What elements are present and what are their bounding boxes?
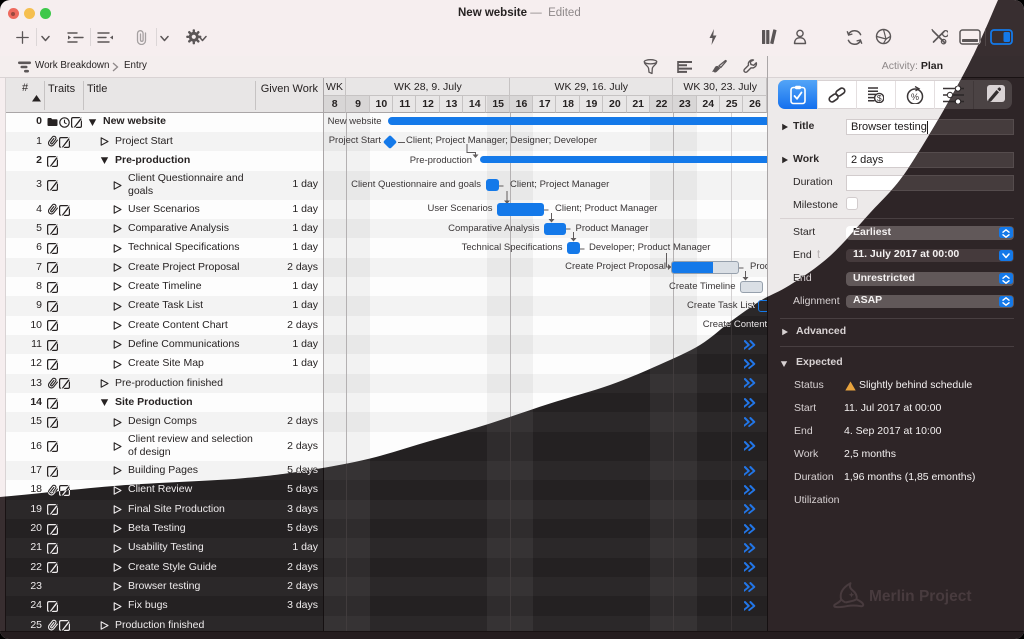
svg-text:%: %: [910, 92, 918, 102]
svg-text:$: $: [877, 93, 882, 103]
